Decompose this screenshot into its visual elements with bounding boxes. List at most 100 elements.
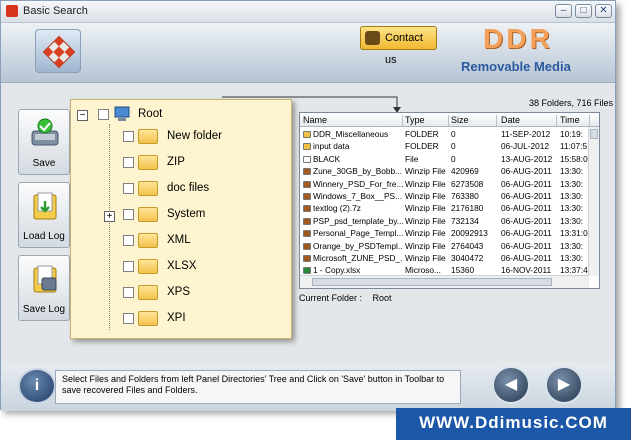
file-cell-date: 13-AUG-2012	[501, 154, 557, 164]
h-scroll-thumb[interactable]	[312, 278, 552, 286]
file-cell-name: textlog (2).7z	[303, 203, 403, 213]
tree-item[interactable]: System	[123, 206, 283, 224]
tree-item-checkbox[interactable]	[123, 287, 134, 298]
tree-item-checkbox[interactable]	[123, 157, 134, 168]
file-cell-text: File	[405, 153, 419, 164]
file-cell-text: Winzip File	[405, 203, 446, 214]
vertical-scrollbar[interactable]	[588, 127, 599, 276]
file-cell-time: 13:30:	[560, 191, 590, 201]
file-cell-date: 06-AUG-2011	[501, 179, 557, 189]
file-row[interactable]: textlog (2).7z Winzip File 2176180 06-AUG-2…	[300, 202, 589, 214]
file-cell-size: 0	[451, 129, 497, 139]
horizontal-scrollbar[interactable]	[300, 275, 589, 288]
file-row[interactable]: Personal_Page_Templ... Winzip File 2009291…	[300, 227, 589, 239]
tree-item-checkbox[interactable]	[123, 209, 134, 220]
app-logo	[35, 29, 81, 73]
file-row[interactable]: Microsoft_ZUNE_PSD_... Winzip File 3040472…	[300, 252, 589, 264]
tree-item[interactable]: XML	[123, 232, 283, 250]
file-row[interactable]: PSP_psd_template_by... Winzip File 732134 0…	[300, 215, 589, 227]
file-cell-type: Winzip File	[405, 216, 449, 226]
tree-root[interactable]: Root	[98, 106, 278, 124]
save-button[interactable]: Save	[18, 109, 70, 175]
tree-item[interactable]: XLSX	[123, 258, 283, 276]
column-time-header[interactable]: Time	[560, 115, 590, 126]
tree-item[interactable]: New folder	[123, 128, 283, 146]
file-cell-text: 11:07:5	[560, 141, 588, 152]
tree-item-checkbox[interactable]	[123, 313, 134, 324]
close-button[interactable]: ✕	[595, 4, 612, 18]
file-cell-type: FOLDER	[405, 141, 449, 151]
file-cell-date: 06-AUG-2011	[501, 216, 557, 226]
tree-item-label: XLSX	[167, 260, 197, 272]
file-cell-name: PSP_psd_template_by...	[303, 216, 403, 226]
app-icon	[6, 5, 18, 17]
column-size-header[interactable]: Size	[451, 115, 497, 126]
file-row[interactable]: Zune_30GB_by_Bobb... Winzip File 420969 06-…	[300, 165, 589, 177]
file-cell-name: Winnery_PSD_For_fre...	[303, 179, 403, 189]
tree-line	[109, 124, 110, 330]
file-cell-time: 13:30:	[560, 241, 590, 251]
load-log-button[interactable]: Load Log	[18, 182, 70, 248]
tree-item-checkbox[interactable]	[123, 183, 134, 194]
file-cell-text: 13-AUG-2012	[501, 153, 553, 164]
file-cell-name: input data	[303, 141, 403, 151]
minimize-button[interactable]: –	[555, 4, 572, 18]
file-cell-text: 13:30:	[560, 215, 584, 226]
maximize-button[interactable]: □	[575, 4, 592, 18]
status-bar: i Select Files and Folders from left Pan…	[1, 363, 615, 411]
file-row[interactable]: Orange_by_PSDTempl... Winzip File 2764043 0…	[300, 240, 589, 252]
scroll-thumb[interactable]	[590, 129, 598, 139]
file-cell-text: Winzip File	[405, 228, 446, 239]
file-cell-text: DDR_Miscellaneous	[313, 129, 389, 139]
file-cell-text: FOLDER	[405, 141, 439, 152]
file-cell-text: 2764043	[451, 240, 484, 251]
title-bar: Basic Search – □ ✕	[1, 1, 615, 23]
file-cell-name: DDR_Miscellaneous	[303, 129, 403, 139]
file-row[interactable]: Windows_7_Box__PS... Winzip File 763380 06-…	[300, 190, 589, 202]
collapse-root-icon[interactable]: −	[77, 110, 88, 121]
file-cell-text: FOLDER	[405, 129, 439, 139]
folder-icon	[138, 155, 158, 170]
tree-item-checkbox[interactable]	[123, 131, 134, 142]
file-cell-text: 11-SEP-2012	[501, 129, 551, 139]
tree-item[interactable]: ZIP	[123, 154, 283, 172]
save-log-button[interactable]: Save Log	[18, 255, 70, 321]
file-cell-time: 13:37:4	[560, 265, 590, 275]
tree-root-label: Root	[138, 108, 163, 120]
zip-icon	[303, 193, 311, 200]
column-name-header[interactable]: Name	[303, 115, 403, 126]
file-row[interactable]: DDR_Miscellaneous FOLDER 0 11-SEP-2012 10:19…	[300, 128, 589, 140]
file-cell-text: 6273508	[451, 178, 484, 189]
column-type-header[interactable]: Type	[405, 115, 449, 126]
expand-system-icon[interactable]: +	[104, 211, 115, 222]
file-cell-size: 3040472	[451, 253, 497, 263]
file-cell-text: 3040472	[451, 253, 484, 263]
file-cell-text: 20092913	[451, 228, 488, 239]
file-cell-date: 06-AUG-2011	[501, 253, 557, 263]
root-checkbox[interactable]	[98, 109, 109, 120]
zip-icon	[303, 242, 311, 250]
file-row[interactable]: input data FOLDER 0 06-JUL-2012 11:07:5	[300, 140, 589, 152]
tree-item[interactable]: XPI	[123, 310, 283, 328]
tree-item[interactable]: XPS	[123, 284, 283, 302]
file-list[interactable]: Name Type Size Date Time DDR_Miscellaneo…	[299, 112, 600, 289]
tree-item[interactable]: doc files	[123, 180, 283, 198]
file-cell-text: Microsoft_ZUNE_PSD_...	[313, 253, 403, 263]
file-row[interactable]: BLACK File 0 13-AUG-2012 15:58:0	[300, 153, 589, 165]
status-message: Select Files and Folders from left Panel…	[55, 370, 461, 404]
column-date-header[interactable]: Date	[501, 115, 557, 126]
contact-us-label: Contact us	[385, 32, 423, 66]
tree-item-checkbox[interactable]	[123, 235, 134, 246]
contact-us-button[interactable]: Contact us	[360, 26, 437, 66]
file-cell-time: 13:31:0	[560, 228, 590, 238]
forward-button[interactable]: ▶	[545, 366, 583, 404]
back-button[interactable]: ◀	[492, 366, 530, 404]
file-cell-text: Orange_by_PSDTempl...	[313, 240, 403, 251]
header-banner: Contact us DDR Removable Media	[1, 23, 615, 83]
zip-icon	[303, 205, 311, 213]
zip-icon	[303, 217, 311, 225]
tree-item-checkbox[interactable]	[123, 261, 134, 272]
directory-tree[interactable]: − Root + New folder ZIP doc files System	[70, 99, 292, 339]
file-cell-type: Winzip File	[405, 253, 449, 263]
file-row[interactable]: Winnery_PSD_For_fre... Winzip File 6273508…	[300, 178, 589, 190]
